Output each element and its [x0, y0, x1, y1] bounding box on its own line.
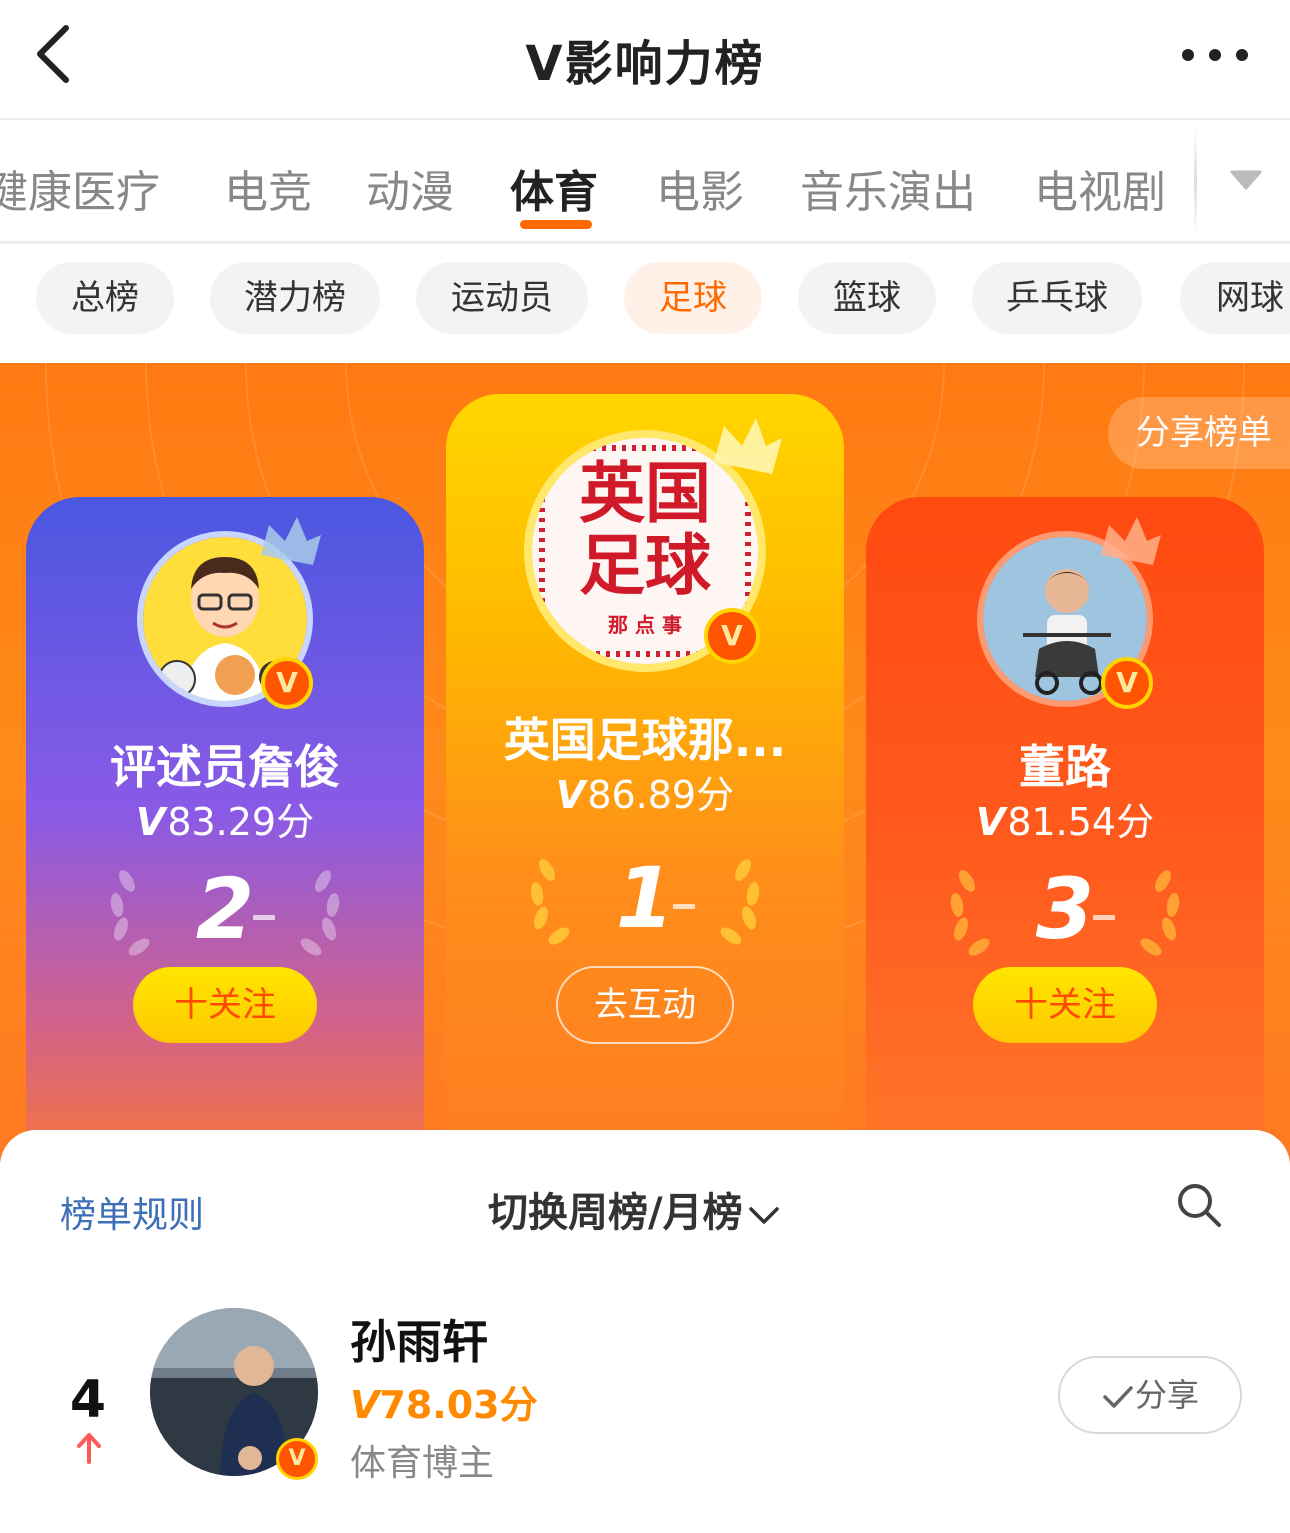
rank-no-change-icon [253, 915, 275, 920]
tab-movies[interactable]: 电影 [656, 156, 744, 220]
active-tab-indicator [520, 220, 592, 229]
podium-card-first: 英国 足球 那 点 事 V 英国足球那... V86.89分 1 去互动 [446, 394, 844, 1163]
verified-badge: V [1101, 657, 1153, 709]
avatar[interactable]: 英国 足球 那 点 事 V [524, 418, 782, 672]
podium-name: 英国足球那... [503, 713, 787, 767]
tab-esports[interactable]: 电竞 [224, 156, 312, 220]
row-name: 孙雨轩 [350, 1315, 488, 1369]
share-list-button[interactable]: 分享榜单 [1108, 397, 1290, 469]
chip-potential[interactable]: 潜力榜 [210, 262, 380, 334]
tab-health[interactable]: 健康医疗 [0, 156, 160, 220]
share-button[interactable]: 分享 [1058, 1356, 1242, 1434]
rank-number: 2 [195, 860, 255, 958]
rank-laurel: 1 [525, 850, 765, 946]
ranking-rules-link[interactable]: 榜单规则 [60, 1186, 204, 1238]
more-dots-icon [1182, 49, 1248, 61]
verified-badge: V [704, 608, 760, 664]
switch-period-label: 切换周榜/月榜 [488, 1190, 743, 1236]
chip-table-tennis[interactable]: 乒乓球 [972, 262, 1142, 334]
avatar-text: 那 点 事 [608, 613, 682, 637]
tab-tv[interactable]: 电视剧 [1034, 156, 1166, 220]
checkmark-icon [1103, 1386, 1133, 1408]
crown-icon [714, 418, 782, 474]
avatar-text: 足球 [579, 527, 712, 604]
podium-card-second: V 评述员詹俊 V83.29分 2 十关注 [26, 497, 424, 1163]
ranking-list-panel: 榜单规则 切换周榜/月榜 4 V 孙雨轩 V78.03分 体育博主 分享 [0, 1130, 1290, 1533]
more-button[interactable] [1180, 40, 1250, 70]
rank-number: 3 [1035, 860, 1095, 958]
avatar[interactable]: V [977, 517, 1161, 709]
rank-no-change-icon [673, 904, 695, 909]
crown-icon [1101, 517, 1161, 565]
interact-button[interactable]: 去互动 [556, 966, 734, 1044]
rank-laurel: 3 [945, 861, 1185, 957]
podium-banner: 分享榜单 V 评述员詹俊 V83.29分 2 十关注 英国 足球 那 点 事 V… [0, 363, 1290, 1163]
arrow-up-icon [77, 1433, 101, 1464]
sub-filter-chips: 总榜 潜力榜 运动员 足球 篮球 乒乓球 网球 [0, 247, 1290, 363]
podium-score: V81.54分 [975, 800, 1155, 844]
row-rank: 4 [69, 1370, 107, 1430]
row-description: 体育博主 [350, 1443, 495, 1484]
verified-badge: V [261, 657, 313, 709]
podium-score: V86.89分 [555, 773, 735, 817]
list-item[interactable]: 4 V 孙雨轩 V78.03分 体育博主 分享 [0, 1298, 1290, 1498]
chip-football[interactable]: 足球 [624, 262, 762, 334]
rank-no-change-icon [1093, 915, 1115, 920]
switch-period-dropdown[interactable]: 切换周榜/月榜 [488, 1180, 781, 1238]
follow-button[interactable]: 十关注 [133, 967, 317, 1043]
rank-laurel: 2 [105, 861, 345, 957]
avatar[interactable]: V [137, 517, 321, 709]
podium-name: 董路 [1019, 740, 1111, 794]
tab-anime[interactable]: 动漫 [366, 156, 454, 220]
expand-categories-button[interactable] [1228, 162, 1264, 198]
share-label: 分享 [1134, 1376, 1199, 1414]
search-icon [1178, 1184, 1221, 1227]
row-score: V78.03分 [350, 1383, 538, 1427]
follow-button[interactable]: 十关注 [973, 967, 1157, 1043]
podium-card-third: V 董路 V81.54分 3 十关注 [866, 497, 1264, 1163]
chip-athletes[interactable]: 运动员 [416, 262, 588, 334]
podium-score: V83.29分 [135, 800, 315, 844]
top-nav-bar: V影响力榜 [0, 0, 1290, 120]
tab-sports[interactable]: 体育 [510, 156, 598, 220]
triangle-down-icon [1230, 170, 1262, 190]
chip-basketball[interactable]: 篮球 [798, 262, 936, 334]
verified-badge: V [276, 1438, 318, 1480]
chevron-down-icon [748, 1207, 779, 1224]
search-button[interactable] [1176, 1182, 1222, 1228]
podium-name: 评述员詹俊 [110, 740, 340, 794]
avatar-text: 英国 [579, 455, 711, 532]
chip-overall[interactable]: 总榜 [36, 262, 174, 334]
crown-icon [261, 517, 321, 565]
tab-divider [1194, 128, 1197, 236]
chip-tennis[interactable]: 网球 [1180, 262, 1290, 334]
rank-number: 1 [615, 849, 675, 947]
category-tabs: 健康医疗 电竞 动漫 体育 电影 音乐演出 电视剧 [0, 122, 1290, 244]
tab-music[interactable]: 音乐演出 [800, 156, 976, 220]
page-title: V影响力榜 [525, 36, 765, 92]
